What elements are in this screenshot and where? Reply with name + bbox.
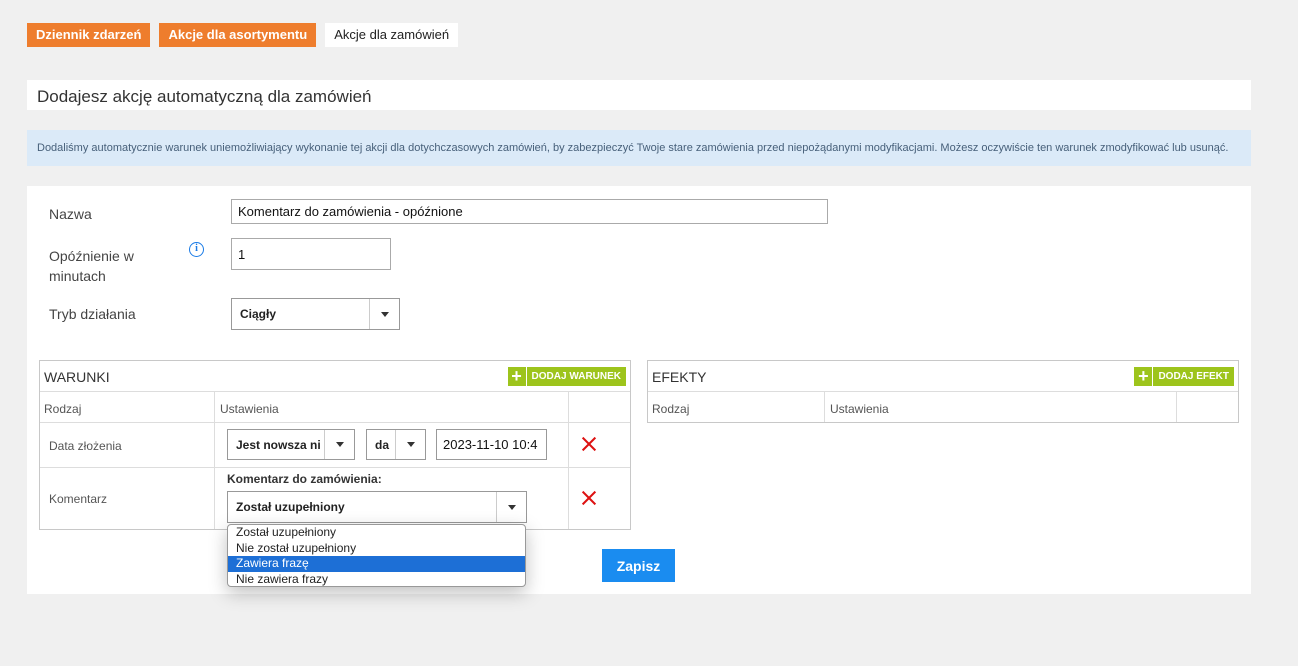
dropdown-option[interactable]: Nie został uzupełniony bbox=[228, 541, 525, 557]
mode-label: Tryb działania bbox=[49, 306, 136, 322]
delete-icon[interactable] bbox=[581, 490, 597, 506]
effects-column-header: Rodzaj Ustawienia bbox=[648, 392, 1238, 423]
info-icon[interactable]: i bbox=[189, 242, 204, 257]
delete-icon[interactable] bbox=[581, 436, 597, 452]
page-title-bar: Dodajesz akcję automatyczną dla zamówień bbox=[27, 80, 1251, 110]
col-settings-header: Ustawienia bbox=[830, 402, 889, 416]
effects-header: EFEKTY + DODAJ EFEKT bbox=[648, 361, 1238, 392]
comment-select[interactable]: Został uzupełniony bbox=[227, 491, 527, 523]
form-panel: Nazwa Komentarz do zamówienia - opóźnion… bbox=[27, 186, 1251, 594]
plus-icon: + bbox=[1134, 367, 1154, 386]
add-condition-button[interactable]: + DODAJ WARUNEK bbox=[507, 367, 626, 386]
chevron-down-icon bbox=[324, 430, 354, 459]
info-message: Dodaliśmy automatycznie warunek uniemożl… bbox=[37, 142, 1229, 154]
dropdown-option[interactable]: Został uzupełniony bbox=[228, 525, 525, 541]
condition-type: Komentarz bbox=[49, 492, 108, 506]
comment-heading: Komentarz do zamówienia: bbox=[227, 472, 382, 486]
effects-title: EFEKTY bbox=[652, 369, 707, 385]
tab-product-actions[interactable]: Akcje dla asortymentu bbox=[159, 23, 317, 47]
delay-label: Opóźnienie w minutach bbox=[49, 248, 134, 284]
dropdown-option-highlighted[interactable]: Zawiera frazę bbox=[228, 556, 525, 572]
info-message-box: Dodaliśmy automatycznie warunek uniemożl… bbox=[27, 130, 1251, 166]
tab-bar: Dziennik zdarzeń Akcje dla asortymentu A… bbox=[27, 23, 459, 47]
condition-type: Data złożenia bbox=[49, 439, 122, 453]
unit-select[interactable]: da bbox=[366, 429, 426, 460]
mode-select-value: Ciągły bbox=[240, 307, 277, 321]
page-title: Dodajesz akcję automatyczną dla zamówień bbox=[37, 87, 372, 106]
conditions-section: WARUNKI + DODAJ WARUNEK Rodzaj Ustawieni… bbox=[39, 360, 631, 530]
conditions-column-header: Rodzaj Ustawienia bbox=[40, 392, 630, 423]
conditions-title: WARUNKI bbox=[44, 369, 110, 385]
operator-select-value: Jest nowsza ni bbox=[236, 437, 321, 452]
conditions-header: WARUNKI + DODAJ WARUNEK bbox=[40, 361, 630, 392]
comment-select-value: Został uzupełniony bbox=[236, 500, 345, 514]
date-input[interactable]: 2023-11-10 10:4 bbox=[436, 429, 547, 460]
add-effect-label: DODAJ EFEKT bbox=[1158, 371, 1229, 382]
dropdown-option[interactable]: Nie zawiera frazy bbox=[228, 572, 525, 587]
operator-select[interactable]: Jest nowsza ni bbox=[227, 429, 355, 460]
col-type-header: Rodzaj bbox=[652, 402, 690, 416]
plus-icon: + bbox=[508, 367, 527, 386]
chevron-down-icon bbox=[496, 492, 526, 522]
column-divider bbox=[824, 392, 825, 422]
col-settings-header: Ustawienia bbox=[220, 402, 279, 416]
unit-select-value: da bbox=[375, 437, 390, 452]
column-divider bbox=[1176, 392, 1177, 422]
comment-options-dropdown: Został uzupełniony Nie został uzupełnion… bbox=[227, 524, 526, 587]
name-label: Nazwa bbox=[49, 206, 92, 222]
tab-event-log[interactable]: Dziennik zdarzeń bbox=[27, 23, 151, 47]
name-input[interactable]: Komentarz do zamówienia - opóźnione bbox=[231, 199, 828, 224]
mode-select[interactable]: Ciągły bbox=[231, 298, 400, 330]
delay-input[interactable]: 1 bbox=[231, 238, 391, 270]
add-effect-button[interactable]: + DODAJ EFEKT bbox=[1134, 367, 1234, 386]
tab-order-actions[interactable]: Akcje dla zamówień bbox=[325, 23, 459, 47]
effects-section: EFEKTY + DODAJ EFEKT Rodzaj Ustawienia bbox=[647, 360, 1239, 423]
table-row: Komentarz Komentarz do zamówienia: Zosta… bbox=[40, 468, 630, 531]
chevron-down-icon bbox=[369, 299, 399, 329]
add-condition-label: DODAJ WARUNEK bbox=[531, 371, 621, 382]
col-type-header: Rodzaj bbox=[44, 402, 82, 416]
table-row: Data złożenia Jest nowsza ni da 2023-11-… bbox=[40, 423, 630, 468]
save-button[interactable]: Zapisz bbox=[602, 549, 675, 582]
chevron-down-icon bbox=[395, 430, 425, 459]
